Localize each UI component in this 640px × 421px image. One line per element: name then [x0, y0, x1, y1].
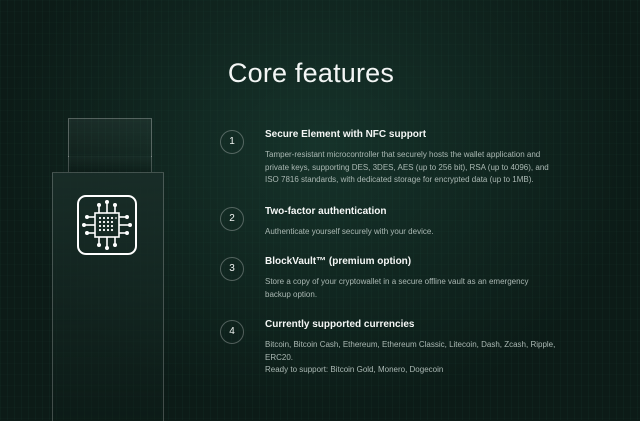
- feature-description-line: Ready to support: Bitcoin Gold, Monero, …: [265, 365, 444, 374]
- device-cap: [68, 118, 152, 157]
- feature-description: Tamper-resistant microcontroller that se…: [265, 149, 580, 187]
- feature-title: Currently supported currencies: [265, 319, 415, 330]
- feature-description-line: Authenticate yourself securely with your…: [265, 227, 434, 236]
- feature-title: Secure Element with NFC support: [265, 129, 427, 140]
- microchip-icon: [77, 195, 137, 255]
- feature-description-line: private keys, supporting DES, 3DES, AES …: [265, 162, 549, 172]
- feature-number-badge: 1: [220, 130, 244, 154]
- hardware-wallet-illustration: [52, 118, 164, 421]
- page-title: Core features: [227, 58, 395, 88]
- feature-number-badge: 3: [220, 257, 244, 281]
- feature-title: BlockVault™ (premium option): [265, 256, 412, 267]
- feature-title: Two-factor authentication: [265, 206, 387, 217]
- feature-description-line: Store a copy of your cryptowallet in a s…: [265, 277, 529, 286]
- device-neck: [68, 156, 152, 172]
- feature-description-line: Bitcoin, Bitcoin Cash, Ethereum, Ethereu…: [265, 340, 556, 349]
- feature-description: Authenticate yourself securely with your…: [265, 226, 580, 239]
- feature-description-line: backup option.: [265, 289, 318, 299]
- feature-description-line: ISO 7816 standards, with dedicated stora…: [265, 175, 534, 184]
- feature-number-badge: 2: [220, 207, 244, 231]
- feature-description: Store a copy of your cryptowallet in a s…: [265, 276, 580, 301]
- feature-description-line: Tamper-resistant microcontroller that se…: [265, 150, 541, 159]
- feature-description: Bitcoin, Bitcoin Cash, Ethereum, Ethereu…: [265, 339, 580, 377]
- feature-description-line: ERC20.: [265, 352, 294, 362]
- feature-number-badge: 4: [220, 320, 244, 344]
